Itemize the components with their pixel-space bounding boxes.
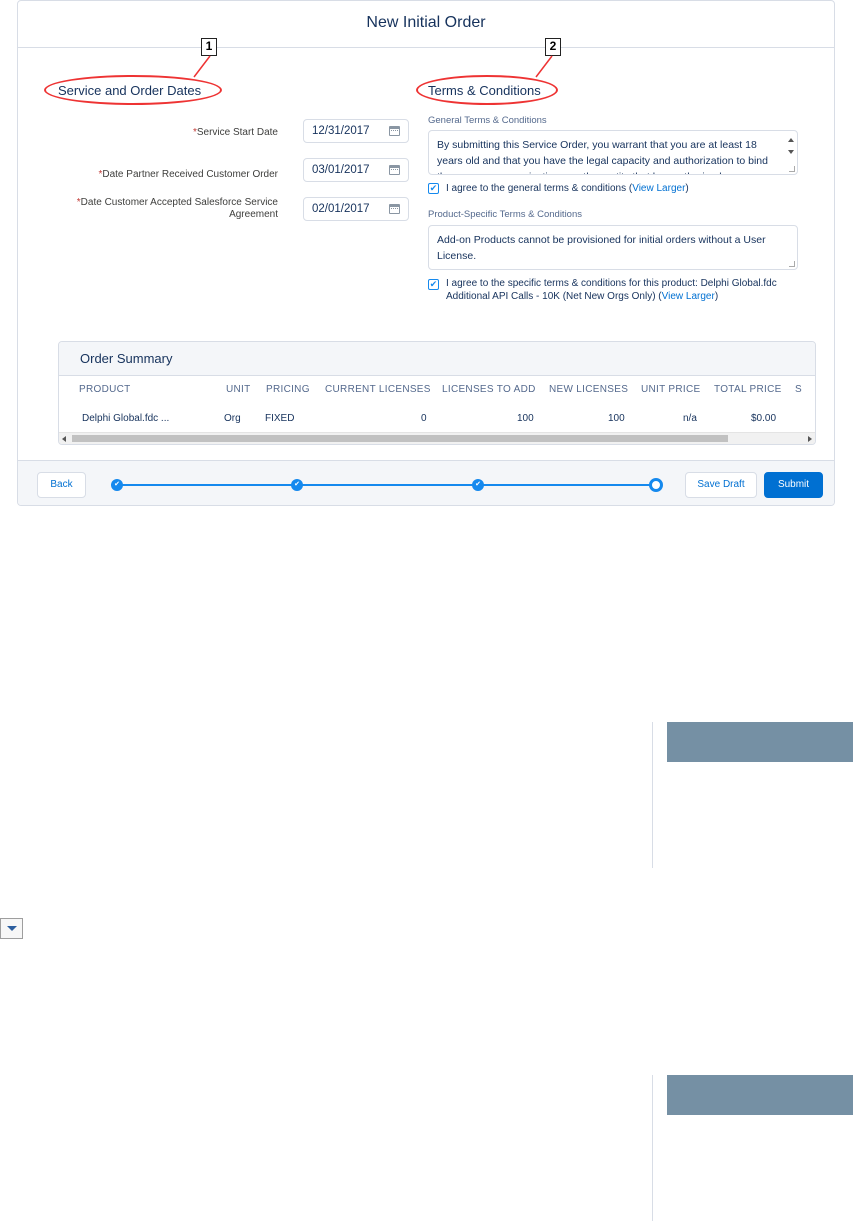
column-header-new-licenses: NEW LICENSES <box>549 384 629 395</box>
step-1-complete-icon[interactable]: ✔ <box>111 479 123 491</box>
resize-grip-icon[interactable] <box>789 261 795 267</box>
cell-unit: Org <box>224 413 241 424</box>
general-terms-label: General Terms & Conditions <box>428 115 547 126</box>
callout-badge-2: 2 <box>545 38 561 56</box>
background-panel-header <box>667 722 853 762</box>
column-header-product: PRODUCT <box>79 384 131 395</box>
terms-section-title: Terms & Conditions <box>428 83 541 98</box>
cell-licenses-to-add: 100 <box>517 413 534 424</box>
general-terms-agree-text: I agree to the general terms & condition… <box>446 183 689 194</box>
column-header-truncated: S <box>795 384 802 395</box>
callout-pointer-1 <box>193 55 211 78</box>
scroll-up-icon[interactable] <box>788 138 794 142</box>
callout-badge-1: 1 <box>201 38 217 56</box>
scroll-down-icon[interactable] <box>788 150 794 154</box>
column-header-unit: UNIT <box>226 384 251 395</box>
horizontal-scrollbar[interactable] <box>59 432 815 444</box>
column-header-pricing: PRICING <box>266 384 310 395</box>
scroll-thumb[interactable] <box>72 435 728 442</box>
column-header-total-price: TOTAL PRICE <box>714 384 782 395</box>
cell-total-price: $0.00 <box>751 413 777 424</box>
general-terms-checkbox[interactable]: ✔ <box>428 183 439 194</box>
column-header-current-licenses: CURRENT LICENSES <box>325 384 431 395</box>
background-panel <box>652 1075 853 1221</box>
modal-title: New Initial Order <box>18 1 834 48</box>
save-draft-button[interactable]: Save Draft <box>685 472 757 498</box>
dates-section-title: Service and Order Dates <box>58 83 202 98</box>
service-start-date-label: *Service Start Date <box>192 127 278 138</box>
modal-footer: Back ✔ ✔ ✔ Save Draft Submit <box>18 460 834 505</box>
calendar-icon[interactable] <box>389 165 400 175</box>
product-terms-textarea[interactable]: Add-on Products cannot be provisioned fo… <box>428 225 798 270</box>
order-summary-card: Order Summary PRODUCT UNIT PRICING CURRE… <box>58 341 816 445</box>
background-panel <box>652 722 853 868</box>
view-larger-link[interactable]: View Larger <box>662 291 715 302</box>
progress-line <box>122 484 650 486</box>
partner-received-date-label: *Date Partner Received Customer Order <box>98 169 278 180</box>
step-2-complete-icon[interactable]: ✔ <box>291 479 303 491</box>
submit-button[interactable]: Submit <box>764 472 823 498</box>
customer-accepted-date-label: *Date Customer Accepted Salesforce Servi… <box>76 197 278 220</box>
cell-pricing: FIXED <box>265 413 295 424</box>
new-initial-order-modal: New Initial Order Service and Order Date… <box>17 0 835 506</box>
step-4-current-icon[interactable] <box>649 478 663 492</box>
chevron-down-icon[interactable] <box>0 918 23 939</box>
product-terms-checkbox[interactable]: ✔ <box>428 279 439 290</box>
calendar-icon[interactable] <box>389 204 400 214</box>
resize-grip-icon[interactable] <box>789 166 795 172</box>
scroll-right-icon[interactable] <box>808 436 812 442</box>
product-terms-agree-text: I agree to the specific terms & conditio… <box>446 278 777 302</box>
cell-new-licenses: 100 <box>608 413 625 424</box>
column-header-licenses-to-add: LICENSES TO ADD <box>442 384 536 395</box>
callout-pointer-2 <box>535 55 553 78</box>
partner-received-date-input[interactable]: 03/01/2017 <box>303 158 409 182</box>
cell-current-licenses: 0 <box>421 413 427 424</box>
general-terms-textarea[interactable]: By submitting this Service Order, you wa… <box>428 130 798 175</box>
background-panel-header <box>667 1075 853 1115</box>
customer-accepted-date-input[interactable]: 02/01/2017 <box>303 197 409 221</box>
view-larger-link[interactable]: View Larger <box>632 183 685 194</box>
cell-unit-price: n/a <box>683 413 697 424</box>
service-start-date-input[interactable]: 12/31/2017 <box>303 119 409 143</box>
product-link[interactable]: Delphi Global.fdc ... <box>82 413 169 424</box>
product-terms-label: Product-Specific Terms & Conditions <box>428 209 582 220</box>
calendar-icon[interactable] <box>389 126 400 136</box>
order-summary-title: Order Summary <box>59 342 815 376</box>
back-button[interactable]: Back <box>37 472 86 498</box>
column-header-unit-price: UNIT PRICE <box>641 384 701 395</box>
step-3-complete-icon[interactable]: ✔ <box>472 479 484 491</box>
scroll-left-icon[interactable] <box>62 436 66 442</box>
